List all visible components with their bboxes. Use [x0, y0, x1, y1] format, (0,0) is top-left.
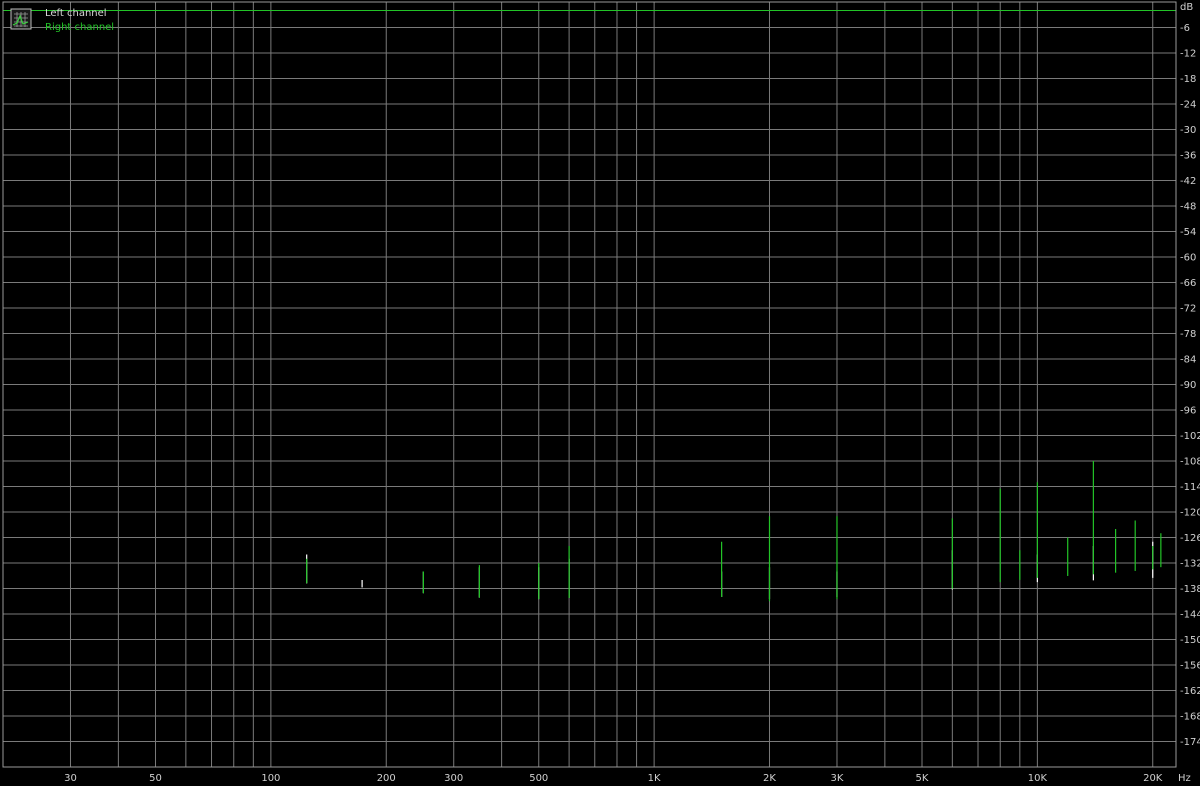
y-tick-label: -96 — [1180, 406, 1196, 417]
y-tick-label: -78 — [1180, 329, 1196, 340]
legend-left-channel: Left channel — [45, 8, 107, 19]
y-tick-label: -90 — [1180, 380, 1196, 391]
y-tick-label: -60 — [1180, 253, 1196, 264]
y-tick-label: -156 — [1180, 661, 1200, 672]
x-tick-label: 100 — [261, 773, 280, 784]
y-tick-label: -30 — [1180, 125, 1196, 136]
y-tick-label: -36 — [1180, 151, 1196, 162]
x-tick-label: 2K — [763, 773, 776, 784]
y-tick-label: -66 — [1180, 278, 1196, 289]
x-tick-label: 20K — [1143, 773, 1163, 784]
x-axis-unit-label: Hz — [1178, 773, 1191, 784]
x-tick-label: 200 — [377, 773, 396, 784]
spectrum-chart: -6 -12 -18 -24 -30 -36 -42 -48 -54 -60 -66 -72 -78 -8… — [0, 0, 1200, 786]
legend-right-channel: Right channel — [45, 22, 114, 33]
y-tick-label: -114 — [1180, 482, 1200, 493]
y-tick-label: -174 — [1180, 737, 1200, 748]
y-tick-label: -54 — [1180, 227, 1196, 238]
x-tick-label: 50 — [149, 773, 162, 784]
y-tick-label: -84 — [1180, 355, 1196, 366]
x-tick-label: 10K — [1028, 773, 1048, 784]
y-tick-label: -150 — [1180, 635, 1200, 646]
x-tick-label: 500 — [529, 773, 548, 784]
y-tick-label: -72 — [1180, 304, 1196, 315]
y-tick-label: -120 — [1180, 508, 1200, 519]
x-tick-label: 3K — [831, 773, 844, 784]
x-tick-label: 1K — [648, 773, 661, 784]
y-tick-label: -162 — [1180, 686, 1200, 697]
x-tick-label: 300 — [444, 773, 463, 784]
x-tick-label: 5K — [916, 773, 929, 784]
y-tick-label: -108 — [1180, 457, 1200, 468]
y-tick-label: -138 — [1180, 584, 1200, 595]
y-tick-label: -24 — [1180, 100, 1196, 111]
y-tick-label: -48 — [1180, 202, 1196, 213]
y-tick-label: -42 — [1180, 176, 1196, 187]
y-tick-label: -12 — [1180, 49, 1196, 60]
y-tick-label: -144 — [1180, 610, 1200, 621]
y-tick-label: -126 — [1180, 533, 1200, 544]
y-tick-label: -18 — [1180, 74, 1196, 85]
y-tick-label: -132 — [1180, 559, 1200, 570]
y-tick-label: -6 — [1180, 23, 1190, 34]
spectrum-grid-icon[interactable] — [10, 8, 32, 30]
y-axis-unit-label: dB — [1180, 2, 1193, 13]
x-tick-label: 30 — [64, 773, 77, 784]
y-tick-label: -168 — [1180, 712, 1200, 723]
y-tick-label: -102 — [1180, 431, 1200, 442]
